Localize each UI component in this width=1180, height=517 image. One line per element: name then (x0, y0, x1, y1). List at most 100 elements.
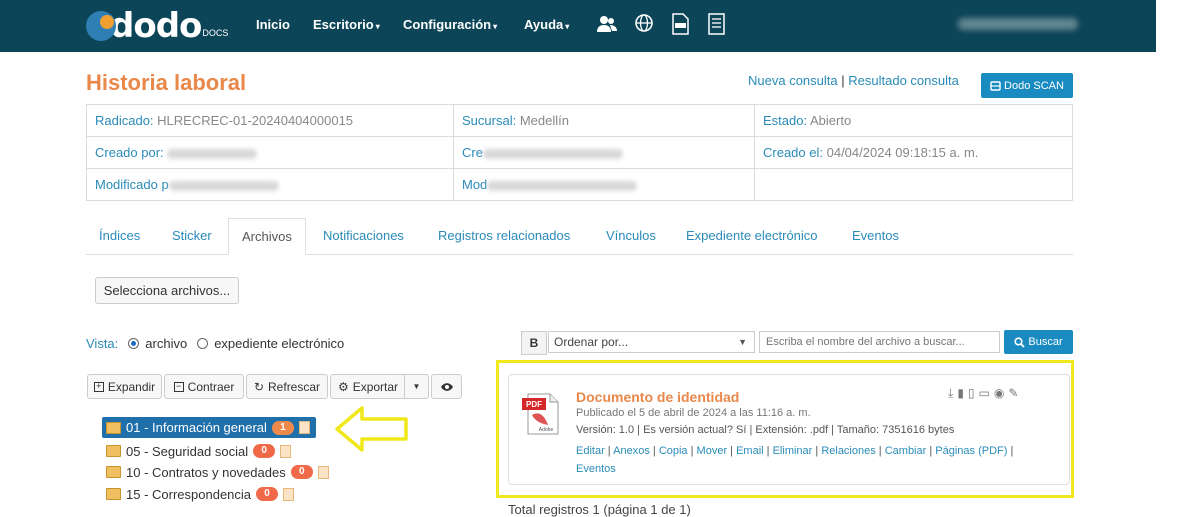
radicado-value: HLRECREC-01-20240404000015 (157, 113, 354, 128)
collapse-icon: − (173, 381, 184, 392)
file-icon (317, 465, 329, 479)
chevron-down-icon: ▼ (738, 337, 747, 347)
bold-toggle-button[interactable]: B (521, 331, 547, 355)
folder-icon (106, 488, 121, 500)
logo-sub: DOCS (202, 28, 229, 38)
search-button-label: Buscar (1028, 336, 1063, 348)
events-link[interactable]: Eventos (576, 463, 616, 475)
folder-icon (106, 445, 121, 457)
select-files-label: Selecciona archivos... (103, 283, 231, 298)
export-dropdown-button[interactable]: ▼ (404, 374, 429, 399)
file-search-input[interactable] (759, 331, 1000, 353)
folder-icon (106, 466, 121, 478)
estado-label: Estado: (763, 113, 808, 128)
pages-pdf-link[interactable]: Páginas (PDF) (935, 445, 1007, 457)
file-icon (298, 421, 310, 434)
dodo-scan-label: Dodo SCAN (1004, 79, 1064, 92)
tree-item-correspondencia[interactable]: 15 - Correspondencia 0 (106, 484, 295, 504)
circle-icon[interactable]: ◉ (994, 386, 1004, 401)
change-link[interactable]: Cambiar (885, 445, 927, 457)
globe-icon[interactable] (633, 13, 655, 35)
collapse-label: Contraer (187, 379, 235, 394)
tree-item-seguridad-social[interactable]: 05 - Seguridad social 0 (106, 441, 292, 461)
record-tabs: Índices Sticker Archivos Notificaciones … (86, 218, 1073, 255)
chevron-down-icon: ▾ (375, 22, 380, 31)
pdf-label: PDF (526, 400, 542, 409)
scanner-icon (990, 81, 1001, 91)
pdf-file-icon[interactable]: PDF Adobe (522, 393, 562, 435)
bold-toggle-label: B (529, 336, 539, 350)
dodo-scan-button[interactable]: Dodo SCAN (981, 73, 1073, 98)
delete-link[interactable]: Eliminar (773, 445, 813, 457)
document-published: Publicado el 5 de abril de 2024 a las 11… (576, 407, 811, 419)
comment-icon[interactable]: ▮ (957, 386, 964, 401)
adobe-label: Adobe (539, 427, 554, 433)
creado-por-redacted (167, 148, 258, 159)
tab-indices[interactable]: Índices (86, 218, 153, 253)
xlsx-icon[interactable] (669, 13, 691, 35)
nueva-consulta-link[interactable]: Nueva consulta (748, 73, 838, 88)
edit-link[interactable]: Editar (576, 445, 605, 457)
link-separator: | (841, 73, 845, 88)
count-badge: 0 (256, 487, 279, 501)
tree-item-contratos-novedades[interactable]: 10 - Contratos y novedades 0 (106, 462, 329, 482)
download-icon[interactable]: ⤓ (948, 386, 953, 401)
collapse-button[interactable]: − Contraer (164, 374, 244, 399)
radicado-cell: Radicado: HLRECREC-01-20240404000015 (86, 104, 454, 137)
mod-en-label: Mod (462, 177, 488, 192)
mobile-icon[interactable]: ▯ (968, 386, 975, 401)
sucursal-label: Sucursal: (462, 113, 517, 128)
tab-eventos[interactable]: Eventos (839, 218, 912, 253)
tree-item-informacion-general[interactable]: 01 - Información general 1 (102, 417, 316, 438)
mod-en-redacted (487, 180, 638, 191)
radio-expediente[interactable] (197, 338, 209, 349)
tab-registros-relacionados[interactable]: Registros relacionados (425, 218, 583, 253)
creado-en-cell: Cre (453, 136, 755, 169)
count-badge: 1 (271, 420, 294, 435)
document-actions: Editar | Anexos | Copia | Mover | Email … (576, 445, 1014, 475)
radio-archivo[interactable] (128, 338, 140, 349)
order-by-value: Ordenar por... (554, 335, 629, 349)
tab-vinculos[interactable]: Vínculos (593, 218, 669, 253)
tab-notificaciones[interactable]: Notificaciones (310, 218, 417, 253)
expand-label: Expandir (107, 379, 156, 394)
tree-item-label: 05 - Seguridad social (126, 443, 249, 459)
tab-archivos[interactable]: Archivos (228, 218, 306, 255)
search-button[interactable]: Buscar (1004, 330, 1073, 354)
dodo-logo[interactable]: dodo DOCS (86, 6, 228, 46)
document-title[interactable]: Documento de identidad (576, 389, 739, 405)
pencil-icon[interactable]: ✎ (1008, 386, 1018, 401)
relations-link[interactable]: Relaciones (821, 445, 875, 457)
expand-button[interactable]: + Expandir (87, 374, 162, 399)
move-link[interactable]: Mover (697, 445, 728, 457)
nav-ayuda[interactable]: Ayuda ▾ (524, 17, 569, 32)
select-files-button[interactable]: Selecciona archivos... (95, 277, 239, 304)
user-menu[interactable] (958, 18, 1078, 30)
copy-link[interactable]: Copia (659, 445, 688, 457)
annexes-link[interactable]: Anexos (613, 445, 650, 457)
card-icon[interactable]: ▭ (979, 386, 990, 401)
users-icon[interactable] (596, 13, 618, 35)
modificado-label: Modificado p (95, 177, 169, 192)
resultado-consulta-link[interactable]: Resultado consulta (848, 73, 959, 88)
document-list-icon[interactable] (705, 13, 727, 35)
nav-inicio[interactable]: Inicio (256, 17, 290, 32)
search-icon (1014, 336, 1026, 348)
tab-sticker[interactable]: Sticker (159, 218, 225, 253)
mod-en-cell: Mod (453, 168, 755, 201)
preview-toggle-button[interactable] (431, 374, 462, 399)
nav-escritorio[interactable]: Escritorio ▾ (313, 17, 380, 32)
chevron-down-icon: ▾ (565, 22, 570, 31)
nav-configuracion-label: Configuración (403, 17, 492, 32)
refresh-button[interactable]: ↻ Refrescar (246, 374, 328, 399)
nav-configuracion[interactable]: Configuración ▾ (403, 17, 497, 32)
email-link[interactable]: Email (736, 445, 764, 457)
logo-text: dodo (110, 6, 202, 46)
creado-el-cell: Creado el: 04/04/2024 09:18:15 a. m. (754, 136, 1073, 169)
count-badge: 0 (290, 465, 313, 479)
refresh-label: Refrescar (268, 379, 321, 394)
count-badge: 0 (253, 444, 276, 458)
order-by-select[interactable]: Ordenar por... ▼ (548, 331, 755, 353)
export-button[interactable]: ⚙ Exportar (330, 374, 406, 399)
tab-expediente-electronico[interactable]: Expediente electrónico (673, 218, 831, 253)
